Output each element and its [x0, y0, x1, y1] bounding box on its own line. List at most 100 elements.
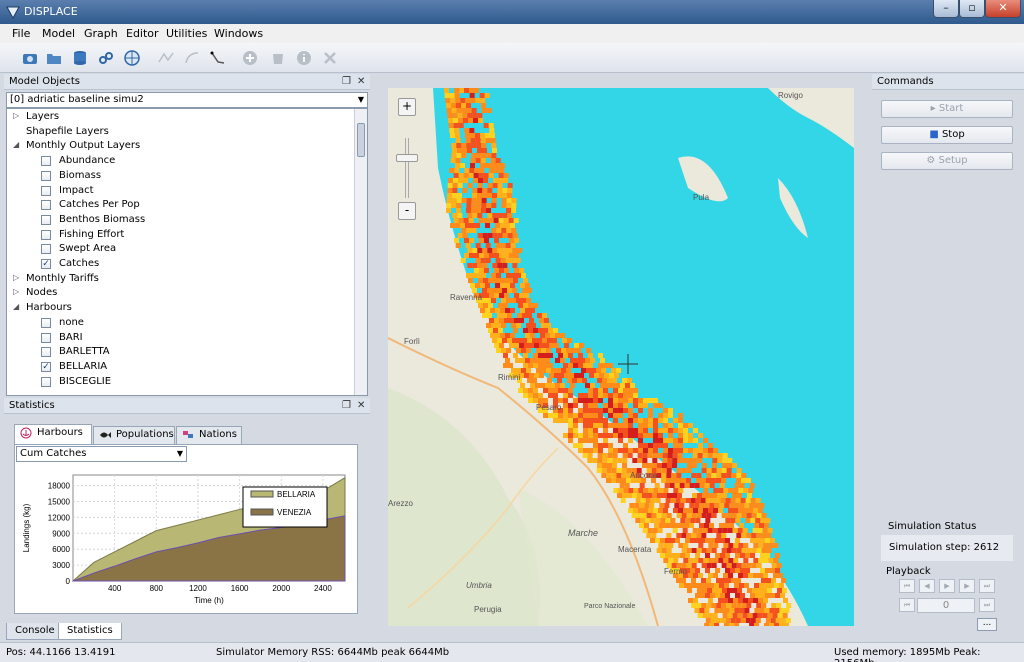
- tab-harbours[interactable]: Harbours: [14, 424, 92, 444]
- heat-cell: [771, 603, 777, 608]
- folder-open-icon[interactable]: [44, 48, 64, 68]
- heat-cell: [585, 358, 590, 363]
- last-frame-button[interactable]: ⏭: [979, 579, 995, 593]
- heat-cell: [613, 433, 618, 438]
- layer-checkbox[interactable]: ✓: [41, 361, 51, 372]
- heat-cell: [716, 578, 721, 583]
- map-view[interactable]: Ravenna Forlì Rimini Pesaro Ancona March…: [388, 88, 854, 626]
- edge-icon[interactable]: [208, 48, 228, 68]
- menu-graph[interactable]: Graph: [84, 27, 118, 40]
- heat-cell: [553, 388, 558, 393]
- layer-checkbox[interactable]: [41, 229, 51, 240]
- map-canvas[interactable]: Ravenna Forlì Rimini Pesaro Ancona March…: [388, 88, 854, 626]
- heat-cell: [513, 278, 518, 283]
- heat-cell: [511, 208, 516, 213]
- heat-cell: [446, 208, 451, 213]
- info-icon[interactable]: [294, 48, 314, 68]
- heat-cell: [732, 588, 737, 593]
- close-icon[interactable]: [320, 48, 340, 68]
- expand-toggle-icon[interactable]: ▷: [13, 111, 19, 120]
- heat-cell: [714, 608, 720, 613]
- layer-checkbox[interactable]: [41, 376, 51, 387]
- layer-checkbox[interactable]: [41, 347, 51, 358]
- layer-checkbox[interactable]: [41, 185, 51, 196]
- tree-scrollbar[interactable]: [354, 109, 367, 395]
- heat-cell: [663, 428, 668, 433]
- heat-cell: [642, 493, 647, 498]
- database-icon[interactable]: [70, 48, 90, 68]
- tab-console[interactable]: Console: [6, 623, 64, 640]
- layer-checkbox[interactable]: [41, 332, 51, 343]
- metric-selector[interactable]: Cum Catches ▼: [16, 446, 187, 462]
- layer-checkbox[interactable]: [41, 170, 51, 181]
- setup-button[interactable]: ⚙ Setup: [881, 152, 1013, 170]
- layer-checkbox[interactable]: [41, 156, 51, 167]
- heat-cell: [596, 368, 601, 373]
- heat-cell: [557, 378, 562, 383]
- heat-cell: [489, 168, 495, 173]
- menu-editor[interactable]: Editor: [126, 27, 159, 40]
- expand-toggle-icon[interactable]: ◢: [13, 140, 19, 149]
- globe-icon[interactable]: [122, 48, 142, 68]
- prev-frame-button[interactable]: ◀: [919, 579, 935, 593]
- zoom-out-button[interactable]: -: [398, 202, 416, 220]
- heat-cell: [755, 618, 761, 623]
- stop-button[interactable]: ■ Stop: [881, 126, 1013, 144]
- curve-icon[interactable]: [182, 48, 202, 68]
- menu-file[interactable]: File: [12, 27, 30, 40]
- menu-model[interactable]: Model: [42, 27, 75, 40]
- heat-cell: [776, 603, 782, 608]
- start-button[interactable]: ▸ Start: [881, 100, 1013, 118]
- tab-nations[interactable]: Nations: [176, 426, 242, 444]
- heat-cell: [743, 488, 749, 493]
- close-panel-icon[interactable]: ✕: [357, 76, 365, 87]
- heat-cell: [568, 428, 573, 433]
- zoom-in-button[interactable]: +: [398, 98, 416, 116]
- expand-toggle-icon[interactable]: ▷: [13, 287, 19, 296]
- model-selector[interactable]: [0] adriatic baseline simu2 ▼: [6, 92, 368, 108]
- layer-checkbox[interactable]: [41, 244, 51, 255]
- heat-cell: [756, 533, 762, 538]
- expand-toggle-icon[interactable]: ▷: [13, 273, 19, 282]
- path-icon[interactable]: [156, 48, 176, 68]
- more-options-button[interactable]: ...: [977, 618, 997, 631]
- tab-statistics[interactable]: Statistics: [58, 623, 122, 640]
- zoom-slider-handle[interactable]: [396, 154, 418, 162]
- zoom-slider-track[interactable]: [405, 138, 409, 198]
- add-icon[interactable]: [240, 48, 260, 68]
- menu-windows[interactable]: Windows: [214, 27, 263, 40]
- heat-cell: [563, 363, 568, 368]
- close-panel-icon[interactable]: ✕: [357, 400, 365, 411]
- tab-populations[interactable]: Populations: [93, 426, 175, 444]
- heat-cell: [697, 493, 702, 498]
- layer-checkbox[interactable]: [41, 200, 51, 211]
- close-window-button[interactable]: ✕: [985, 0, 1021, 18]
- link-icon[interactable]: [96, 48, 116, 68]
- scrollbar-thumb[interactable]: [357, 123, 365, 157]
- heat-cell: [475, 243, 481, 248]
- heat-cell: [704, 483, 710, 488]
- float-panel-icon[interactable]: ❐: [342, 400, 351, 411]
- playback-end-button[interactable]: ⏭: [979, 598, 995, 612]
- heat-cell: [717, 458, 723, 463]
- first-frame-button[interactable]: ⏮: [899, 579, 915, 593]
- playback-start-button[interactable]: ⏮: [899, 598, 915, 612]
- minimize-button[interactable]: –: [933, 0, 959, 18]
- place-macerata: Macerata: [618, 545, 652, 554]
- heat-cell: [690, 518, 696, 523]
- play-playback-button[interactable]: ▶: [939, 579, 955, 593]
- float-panel-icon[interactable]: ❐: [342, 76, 351, 87]
- menu-utilities[interactable]: Utilities: [166, 27, 207, 40]
- camera-icon[interactable]: [20, 48, 40, 68]
- expand-toggle-icon[interactable]: ◢: [13, 302, 19, 311]
- next-frame-button[interactable]: ▶: [959, 579, 975, 593]
- delete-icon[interactable]: [268, 48, 288, 68]
- maximize-button[interactable]: ▫: [959, 0, 985, 18]
- heat-cell: [758, 598, 763, 603]
- layer-checkbox[interactable]: [41, 214, 51, 225]
- heat-cell: [553, 413, 558, 418]
- layer-checkbox[interactable]: ✓: [41, 259, 51, 269]
- model-objects-tree: ▷ Layers Shapefile Layers ◢ Monthly Output L…: [6, 108, 368, 396]
- playback-position-field[interactable]: 0: [917, 598, 975, 613]
- layer-checkbox[interactable]: [41, 317, 51, 328]
